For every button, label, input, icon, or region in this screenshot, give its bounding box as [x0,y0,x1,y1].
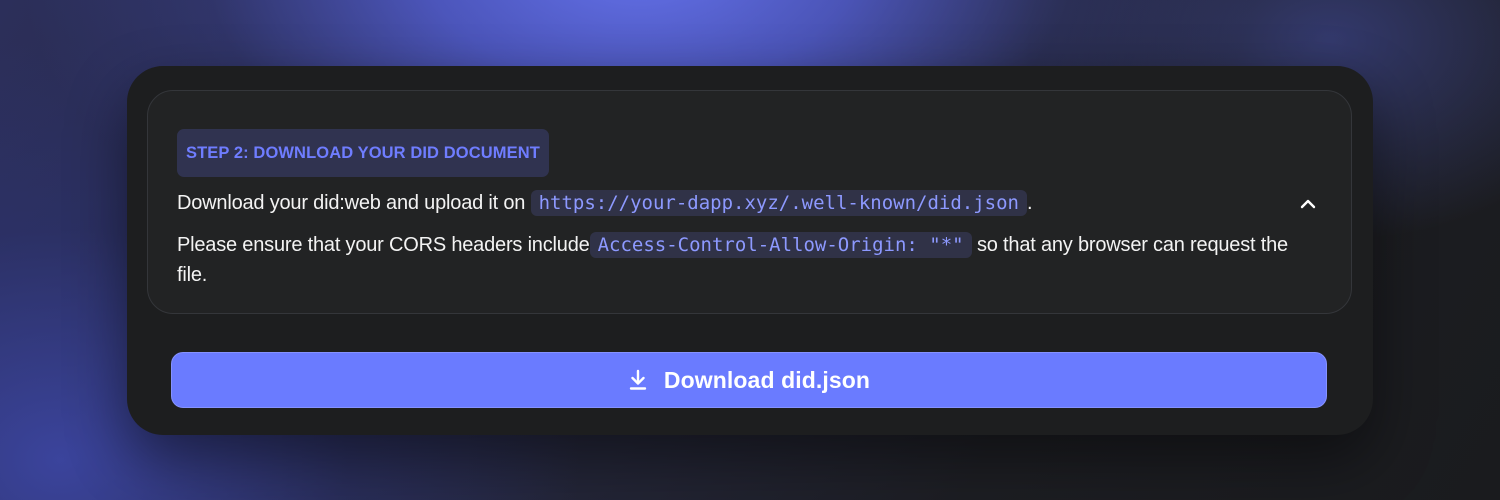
collapse-toggle-button[interactable] [1295,191,1321,217]
download-did-card: STEP 2: DOWNLOAD YOUR DID DOCUMENT Downl… [127,66,1373,435]
download-did-json-button[interactable]: Download did.json [171,352,1327,408]
step-badge: STEP 2: DOWNLOAD YOUR DID DOCUMENT [177,129,549,177]
download-icon [628,369,648,391]
download-button-label: Download did.json [663,366,871,393]
upload-instructions: Download your did:web and upload it on h… [177,188,1033,218]
cors-instructions-text: Please ensure that your CORS headers inc… [177,234,590,256]
cors-header-code: Access-Control-Allow-Origin: "*" [589,232,972,258]
cors-instructions: Please ensure that your CORS headers inc… [177,230,1297,290]
upload-instructions-text: Download your did:web and upload it on [177,192,531,214]
did-url-code: https://your-dapp.xyz/.well-known/did.js… [530,190,1027,216]
upload-instructions-suffix: . [1027,192,1033,214]
chevron-up-icon [1300,199,1316,209]
step-2-panel: STEP 2: DOWNLOAD YOUR DID DOCUMENT Downl… [147,90,1352,314]
